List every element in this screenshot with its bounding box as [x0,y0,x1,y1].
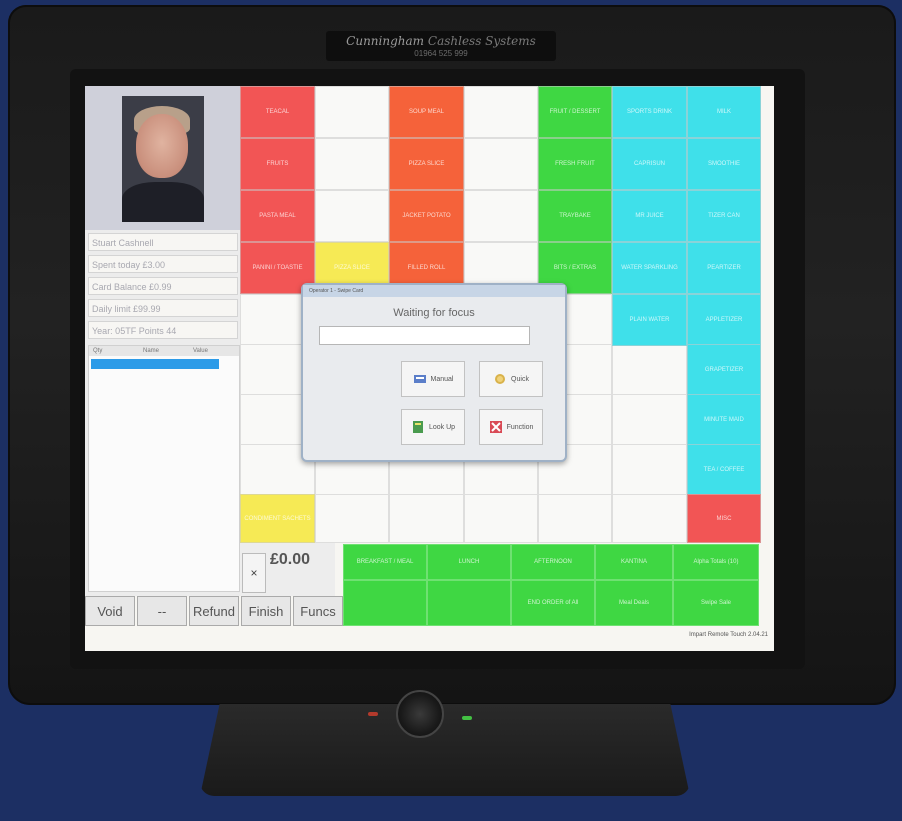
quick-button[interactable]: Quick [479,361,543,397]
function-button[interactable]: Function [479,409,543,445]
product-button[interactable]: JACKET POTATO [389,190,464,242]
grid-empty-cell [315,494,389,543]
book-icon [412,421,423,433]
status-led-red [368,712,378,716]
manual-button[interactable]: Manual [401,361,465,397]
header-value: Value [193,348,208,354]
menu-item[interactable]: KANTINA [595,544,673,580]
dialog-title: Operator 1 - Swipe Card [303,285,565,297]
swipe-card-dialog: Operator 1 - Swipe Card Waiting for focu… [301,283,567,462]
product-button[interactable]: SOUP MEAL [389,86,464,138]
selected-row[interactable] [91,359,219,369]
total-area: × £0.00 [240,543,335,596]
product-button[interactable]: MILK [687,86,761,138]
grid-empty-cell [612,494,687,543]
product-button[interactable]: FRUIT / DESSERT [538,86,612,138]
order-list[interactable]: Qty Name Value [88,345,240,592]
brand-name: Cunningham [346,34,425,48]
keyboard-icon [413,375,426,383]
finish-button[interactable]: Finish [241,596,291,626]
header-name: Name [143,348,160,354]
total-amount: £0.00 [270,551,311,568]
power-button[interactable] [396,690,444,738]
refund-button[interactable]: Refund [189,596,239,626]
product-button[interactable]: FRESH FRUIT [538,138,612,190]
funcs-button[interactable]: Funcs [293,596,343,626]
void-button[interactable]: Void [85,596,135,626]
product-button[interactable]: PLAIN WATER [612,294,687,346]
product-button[interactable] [464,86,538,138]
product-button[interactable]: MINUTE MAID [687,394,761,446]
product-button[interactable] [464,138,538,190]
year-points: Year: 05TF Points 44 [88,321,238,339]
menu-item[interactable]: LUNCH [427,544,511,580]
menu-item[interactable]: Meal Deals [595,580,673,626]
brand-badge: Cunningham Cashless Systems 01964 525 99… [326,31,556,61]
monitor-stand [200,704,690,796]
grid-empty-cell [389,494,464,543]
product-button[interactable]: PIZZA SLICE [389,138,464,190]
product-button[interactable]: CONDIMENT SACHETS [240,494,315,543]
clear-button[interactable]: × [242,553,266,593]
product-button[interactable]: SPORTS DRINK [612,86,687,138]
brand-subtitle: Cashless Systems [427,34,536,48]
version-label: Impart Remote Touch 2.04.21 [689,632,768,638]
grid-empty-cell [612,444,687,496]
product-button[interactable]: FRUITS [240,138,315,190]
function-buttons: Void -- Refund Finish Funcs [85,596,343,626]
lookup-label: Look Up [428,423,456,431]
product-button[interactable]: TIZER CAN [687,190,761,242]
product-button[interactable] [315,138,389,190]
product-button[interactable]: PEARTIZER [687,242,761,294]
quick-label: Quick [511,375,529,383]
spent-today: Spent today £3.00 [88,255,238,273]
product-button[interactable] [315,86,389,138]
brand-phone: 01964 525 999 [414,49,468,58]
daily-limit: Daily limit £99.99 [88,299,238,317]
dialog-caption: Waiting for focus [393,307,475,319]
pos-screen: Stuart Cashnell Spent today £3.00 Card B… [85,86,774,651]
status-led-green [462,716,472,720]
product-button[interactable]: TEA / COFFEE [687,444,761,496]
photo-area [85,86,240,230]
manual-label: Manual [430,375,454,383]
grid-empty-cell [538,494,612,543]
product-button[interactable]: WATER SPARKLING [612,242,687,294]
menu-item[interactable] [343,580,427,626]
customer-panel: Stuart Cashnell Spent today £3.00 Card B… [85,86,240,596]
product-button[interactable] [464,190,538,242]
customer-name: Stuart Cashnell [88,233,238,251]
product-button[interactable]: CAPRISUN [612,138,687,190]
card-input[interactable] [319,326,530,345]
header-qty: Qty [93,348,103,354]
menu-bar: BREAKFAST / MEAL LUNCH AFTERNOON KANTINA… [343,544,759,626]
product-button[interactable]: TEACAL [240,86,315,138]
grid-empty-cell [612,344,687,396]
menu-item[interactable]: Swipe Sale [673,580,759,626]
grid-empty-cell [612,394,687,446]
product-button[interactable]: MR JUICE [612,190,687,242]
menu-item[interactable] [427,580,511,626]
function-label: Function [506,423,534,431]
product-button[interactable]: APPLETIZER [687,294,761,346]
product-button[interactable]: PASTA MEAL [240,190,315,242]
order-list-header: Qty Name Value [89,346,239,356]
product-button[interactable]: GRAPETIZER [687,344,761,396]
product-button[interactable]: TRAYBAKE [538,190,612,242]
grid-empty-cell [464,494,538,543]
menu-item[interactable]: Alpha Totals (10) [673,544,759,580]
product-button[interactable] [315,190,389,242]
customer-photo [122,96,204,222]
dash-button[interactable]: -- [137,596,187,626]
menu-item[interactable]: END ORDER of All [511,580,595,626]
menu-item[interactable]: AFTERNOON [511,544,595,580]
product-button[interactable]: MISC [687,494,761,543]
card-balance: Card Balance £0.99 [88,277,238,295]
product-button[interactable]: SMOOTHIE [687,138,761,190]
menu-item[interactable]: BREAKFAST / MEAL [343,544,427,580]
function-icon [489,421,502,433]
coins-icon [495,374,506,384]
lookup-button[interactable]: Look Up [401,409,465,445]
